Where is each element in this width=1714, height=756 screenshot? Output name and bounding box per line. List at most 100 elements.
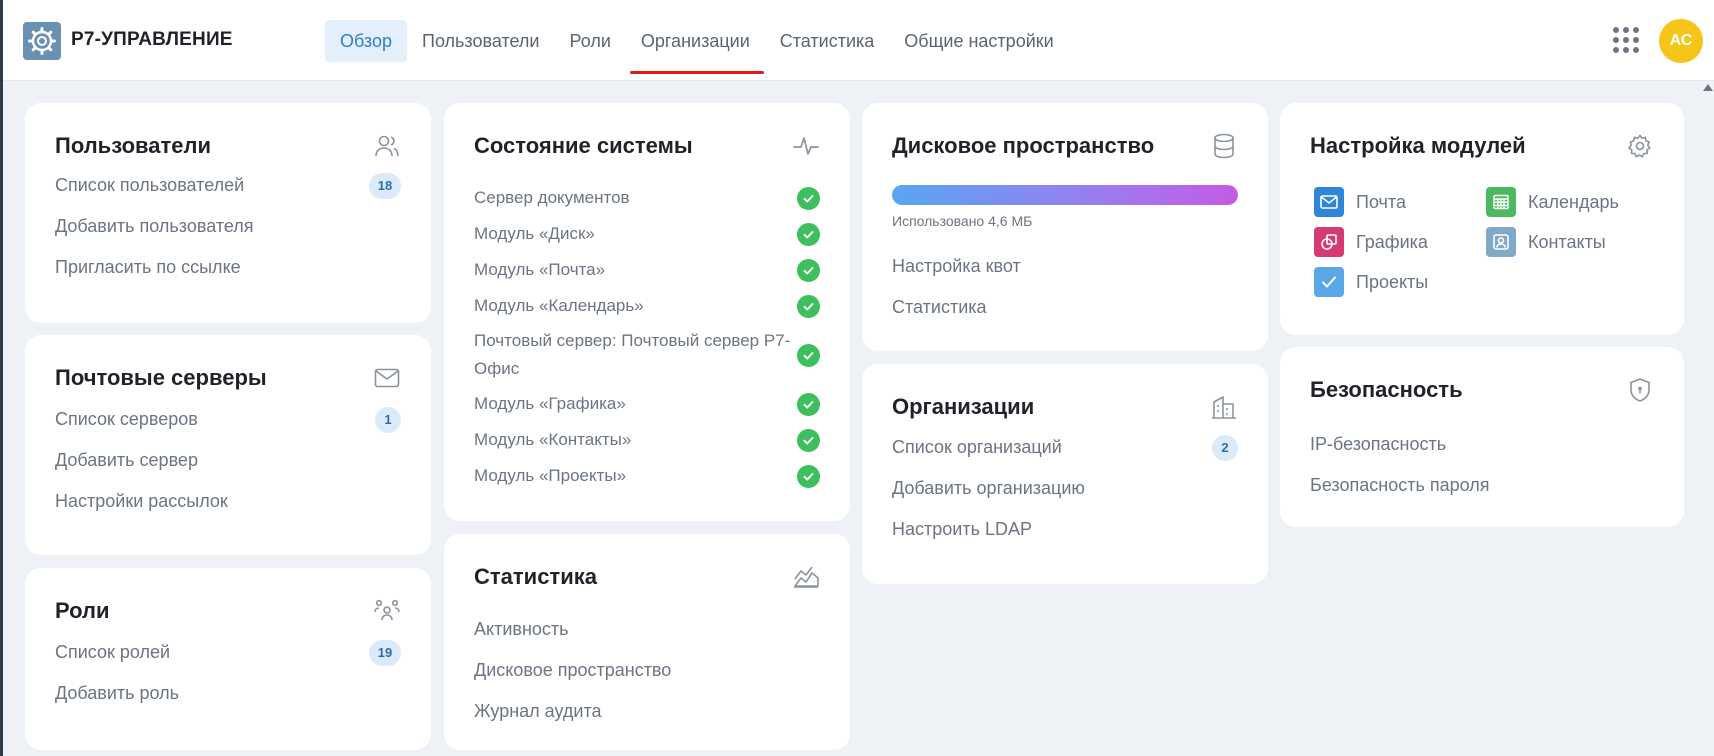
link-mailing-settings[interactable]: Настройки рассылок bbox=[55, 481, 401, 522]
roles-card: Роли Список ролей 19 Добавить роль bbox=[25, 568, 431, 750]
link-add-organization[interactable]: Добавить организацию bbox=[892, 468, 1238, 509]
statistics-card: Статистика Активность Дисковое пространс… bbox=[444, 534, 850, 750]
check-circle-icon bbox=[797, 258, 820, 282]
link-add-user[interactable]: Добавить пользователя bbox=[55, 206, 401, 247]
link-user-list[interactable]: Список пользователей 18 bbox=[55, 165, 401, 206]
disk-usage-label: Использовано 4,6 МБ bbox=[892, 213, 1033, 229]
check-circle-icon bbox=[797, 294, 820, 318]
gear-logo-icon[interactable] bbox=[23, 22, 61, 60]
check-circle-icon bbox=[797, 186, 820, 210]
disk-usage-fill bbox=[892, 185, 1238, 205]
system-status-card: Состояние системы Сервер документов Моду… bbox=[444, 103, 850, 521]
mail-servers-card: Почтовые серверы Список серверов 1 Добав… bbox=[25, 335, 431, 555]
card-title: Статистика bbox=[474, 564, 597, 589]
status-item: Почтовый сервер: Почтовый сервер Р7-Офис bbox=[474, 324, 820, 386]
module-calendar[interactable]: Календарь bbox=[1486, 187, 1658, 217]
users-icon bbox=[375, 135, 399, 157]
organizations-links: Список организаций 2 Добавить организаци… bbox=[892, 427, 1238, 550]
link-ip-security[interactable]: IP-безопасность bbox=[1310, 424, 1654, 465]
calendar-module-icon bbox=[1486, 187, 1516, 217]
status-item: Модуль «Почта» bbox=[474, 252, 820, 288]
roles-icon bbox=[374, 599, 400, 621]
envelope-icon bbox=[374, 368, 400, 388]
projects-module-icon bbox=[1314, 267, 1344, 297]
link-role-list[interactable]: Список ролей 19 bbox=[55, 632, 401, 673]
card-title: Настройка модулей bbox=[1310, 133, 1526, 158]
link-invite-by-link[interactable]: Пригласить по ссылке bbox=[55, 247, 401, 288]
system-status-list: Сервер документов Модуль «Диск» Модуль «… bbox=[474, 180, 820, 494]
card-title: Роли bbox=[55, 598, 110, 623]
count-badge: 18 bbox=[369, 172, 401, 199]
modules-settings-card: Настройка модулей Почта Календарь График… bbox=[1280, 103, 1684, 335]
card-title: Почтовые серверы bbox=[55, 365, 267, 390]
link-password-security[interactable]: Безопасность пароля bbox=[1310, 465, 1654, 506]
status-item: Модуль «Графика» bbox=[474, 386, 820, 422]
tab-users[interactable]: Пользователи bbox=[407, 20, 554, 62]
status-item: Модуль «Календарь» bbox=[474, 288, 820, 324]
module-graphics[interactable]: Графика bbox=[1314, 227, 1486, 257]
organizations-card: Организации Список организаций 2 Добавит… bbox=[862, 364, 1268, 584]
apps-grid-icon[interactable] bbox=[1613, 27, 1639, 53]
status-item: Модуль «Диск» bbox=[474, 216, 820, 252]
count-badge: 1 bbox=[375, 406, 401, 433]
statistics-links: Активность Дисковое пространство Журнал … bbox=[474, 609, 820, 732]
check-circle-icon bbox=[797, 343, 820, 367]
card-title: Состояние системы bbox=[474, 133, 693, 158]
contacts-module-icon bbox=[1486, 227, 1516, 257]
security-links: IP-безопасность Безопасность пароля bbox=[1310, 424, 1654, 506]
check-circle-icon bbox=[797, 464, 820, 488]
tab-organizations[interactable]: Организации bbox=[626, 20, 765, 74]
check-circle-icon bbox=[797, 428, 820, 452]
tab-statistics[interactable]: Статистика bbox=[765, 20, 890, 62]
link-quota-settings[interactable]: Настройка квот bbox=[892, 246, 1238, 287]
pulse-icon bbox=[793, 137, 819, 155]
link-server-list[interactable]: Список серверов 1 bbox=[55, 399, 401, 440]
status-item: Сервер документов bbox=[474, 180, 820, 216]
card-title: Дисковое пространство bbox=[892, 133, 1155, 158]
module-projects[interactable]: Проекты bbox=[1314, 267, 1486, 297]
link-disk-statistics[interactable]: Статистика bbox=[892, 287, 1238, 328]
check-circle-icon bbox=[797, 222, 820, 246]
graphics-module-icon bbox=[1314, 227, 1344, 257]
users-links: Список пользователей 18 Добавить пользов… bbox=[55, 165, 401, 288]
tab-general-settings[interactable]: Общие настройки bbox=[889, 20, 1068, 62]
link-audit-log[interactable]: Журнал аудита bbox=[474, 691, 820, 732]
top-bar: Р7-УПРАВЛЕНИЕ Обзор Пользователи Роли Ор… bbox=[3, 0, 1714, 81]
avatar[interactable]: АС bbox=[1659, 19, 1703, 63]
disk-space-card: Дисковое пространство Использовано 4,6 М… bbox=[862, 103, 1268, 351]
gear-icon[interactable] bbox=[1626, 132, 1654, 160]
count-badge: 2 bbox=[1212, 434, 1238, 461]
module-mail[interactable]: Почта bbox=[1314, 187, 1486, 217]
link-add-role[interactable]: Добавить роль bbox=[55, 673, 401, 714]
link-activity[interactable]: Активность bbox=[474, 609, 820, 650]
roles-links: Список ролей 19 Добавить роль bbox=[55, 632, 401, 714]
card-title: Организации bbox=[892, 394, 1035, 419]
link-add-server[interactable]: Добавить сервер bbox=[55, 440, 401, 481]
mail-module-icon bbox=[1314, 187, 1344, 217]
link-disk-space[interactable]: Дисковое пространство bbox=[474, 650, 820, 691]
card-title: Пользователи bbox=[55, 133, 212, 158]
building-icon bbox=[1212, 396, 1236, 419]
link-configure-ldap[interactable]: Настроить LDAP bbox=[892, 509, 1238, 550]
card-title: Безопасность bbox=[1310, 377, 1463, 402]
scroll-up-arrow-icon[interactable] bbox=[1703, 84, 1713, 91]
count-badge: 19 bbox=[369, 639, 401, 666]
chart-area-icon bbox=[794, 566, 819, 588]
database-icon bbox=[1214, 133, 1234, 159]
link-organization-list[interactable]: Список организаций 2 bbox=[892, 427, 1238, 468]
tab-roles[interactable]: Роли bbox=[554, 20, 625, 62]
tab-overview[interactable]: Обзор bbox=[325, 20, 407, 62]
users-card: Пользователи Список пользователей 18 Доб… bbox=[25, 103, 431, 323]
mail-server-links: Список серверов 1 Добавить сервер Настро… bbox=[55, 399, 401, 522]
module-contacts[interactable]: Контакты bbox=[1486, 227, 1658, 257]
disk-usage-bar bbox=[892, 185, 1238, 205]
modules-grid: Почта Календарь Графика Контакты Проекты bbox=[1314, 187, 1654, 297]
brand-title[interactable]: Р7-УПРАВЛЕНИЕ bbox=[71, 29, 233, 51]
status-item: Модуль «Проекты» bbox=[474, 458, 820, 494]
status-item: Модуль «Контакты» bbox=[474, 422, 820, 458]
security-card: Безопасность IP-безопасность Безопасност… bbox=[1280, 347, 1684, 527]
disk-links: Настройка квот Статистика bbox=[892, 246, 1238, 328]
check-circle-icon bbox=[797, 392, 820, 416]
shield-icon bbox=[1630, 378, 1650, 402]
main-nav: Обзор Пользователи Роли Организации Стат… bbox=[325, 20, 1069, 74]
